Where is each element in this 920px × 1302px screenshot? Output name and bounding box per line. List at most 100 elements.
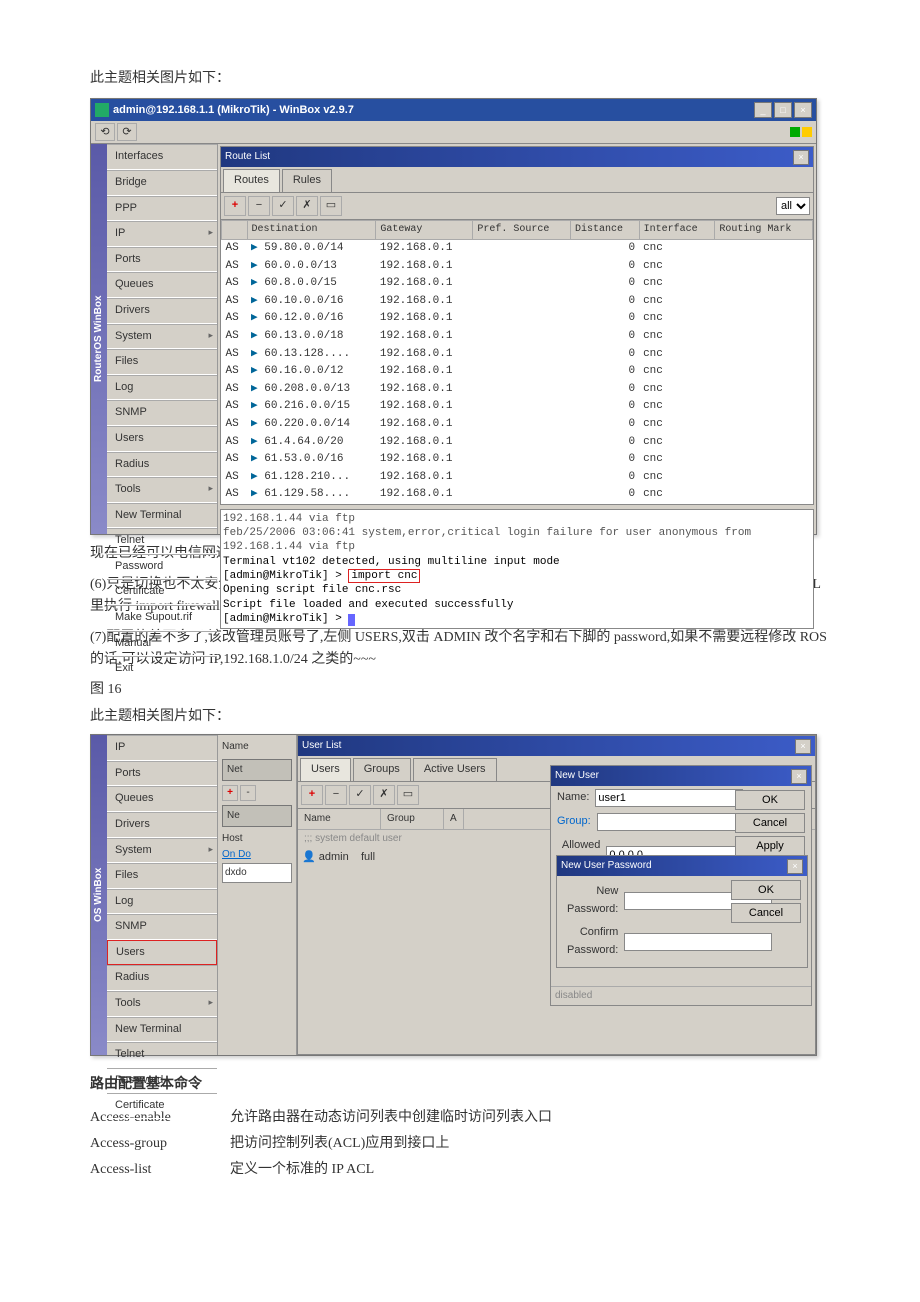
add-button[interactable]: + — [222, 785, 238, 801]
sidebar-item-drivers[interactable]: Drivers — [107, 298, 217, 324]
enable-user-button[interactable]: ✓ — [349, 785, 371, 805]
sidebar-item-new-terminal[interactable]: New Terminal — [107, 503, 217, 529]
sidebar-item-new-terminal[interactable]: New Terminal — [107, 1017, 217, 1043]
route-row[interactable]: AS▶ 60.220.0.0/14192.168.0.10cnc — [222, 416, 813, 434]
sidebar-item-users[interactable]: Users — [107, 940, 217, 966]
sidebar-item-log[interactable]: Log — [107, 375, 217, 401]
remove-user-button[interactable]: − — [325, 785, 347, 805]
route-row[interactable]: AS▶ 59.80.0.0/14192.168.0.10cnc — [222, 239, 813, 257]
add-route-button[interactable]: + — [224, 196, 246, 216]
sidebar-item-ip[interactable]: IP — [107, 735, 217, 761]
minimize-button[interactable]: _ — [754, 102, 772, 118]
route-row[interactable]: AS▶ 60.0.0.0/13192.168.0.10cnc — [222, 258, 813, 276]
ne-button[interactable]: Ne — [222, 805, 292, 827]
sidebar-item-make-supout.rif[interactable]: Make Supout.rif — [107, 605, 217, 631]
column-header[interactable]: Destination — [247, 220, 376, 239]
sidebar-item-exit[interactable]: Exit — [107, 656, 217, 682]
confirm-password-field[interactable] — [624, 933, 772, 951]
route-row[interactable]: AS▶ 61.128.210...192.168.0.10cnc — [222, 469, 813, 487]
route-row[interactable]: AS▶ 60.13.128....192.168.0.10cnc — [222, 346, 813, 364]
sidebar-item-users[interactable]: Users — [107, 426, 217, 452]
remove-route-button[interactable]: − — [248, 196, 270, 216]
sidebar-item-ports[interactable]: Ports — [107, 761, 217, 787]
route-row[interactable]: AS▶ 60.216.0.0/15192.168.0.10cnc — [222, 398, 813, 416]
password-cancel-button[interactable]: Cancel — [731, 903, 801, 923]
tab-rules[interactable]: Rules — [282, 169, 332, 192]
sidebar-item-radius[interactable]: Radius — [107, 965, 217, 991]
sidebar-item-queues[interactable]: Queues — [107, 786, 217, 812]
sidebar-item-password[interactable]: Password — [107, 1068, 217, 1094]
route-row[interactable]: AS▶ 60.16.0.0/12192.168.0.10cnc — [222, 363, 813, 381]
sidebar-item-snmp[interactable]: SNMP — [107, 400, 217, 426]
sidebar-item-drivers[interactable]: Drivers — [107, 812, 217, 838]
comment-route-button[interactable]: ▭ — [320, 196, 342, 216]
sidebar-item-log[interactable]: Log — [107, 889, 217, 915]
column-header[interactable]: Gateway — [376, 220, 473, 239]
add-user-button[interactable]: + — [301, 785, 323, 805]
sidebar-item-bridge[interactable]: Bridge — [107, 170, 217, 196]
sidebar-item-tools[interactable]: Tools — [107, 991, 217, 1017]
route-row[interactable]: AS▶ 60.8.0.0/15192.168.0.10cnc — [222, 275, 813, 293]
column-header[interactable]: Interface — [639, 220, 715, 239]
sidebar-item-certificate[interactable]: Certificate — [107, 579, 217, 605]
column-header[interactable]: Distance — [570, 220, 639, 239]
group-field[interactable] — [597, 813, 745, 831]
column-header[interactable]: Pref. Source — [473, 220, 571, 239]
filter-select[interactable]: all — [776, 197, 810, 215]
sidebar-item-telnet[interactable]: Telnet — [107, 1042, 217, 1068]
sidebar-item-certificate[interactable]: Certificate — [107, 1093, 217, 1119]
sidebar-item-radius[interactable]: Radius — [107, 452, 217, 478]
disable-user-button[interactable]: ✗ — [373, 785, 395, 805]
sidebar-item-ports[interactable]: Ports — [107, 247, 217, 273]
tab-groups[interactable]: Groups — [353, 758, 411, 781]
route-list-close-button[interactable]: × — [793, 150, 809, 165]
disable-route-button[interactable]: ✗ — [296, 196, 318, 216]
group-field-label[interactable]: Group: — [557, 813, 591, 831]
tab-users[interactable]: Users — [300, 758, 351, 781]
sidebar-item-interfaces[interactable]: Interfaces — [107, 144, 217, 170]
route-row[interactable]: AS▶ 60.10.0.0/16192.168.0.10cnc — [222, 293, 813, 311]
route-row[interactable]: AS▶ 60.13.0.0/18192.168.0.10cnc — [222, 328, 813, 346]
terminal-output[interactable]: 192.168.1.44 via ftp feb/25/2006 03:06:4… — [220, 509, 814, 629]
route-row[interactable]: AS▶ 60.208.0.0/13192.168.0.10cnc — [222, 381, 813, 399]
user-list-close-button[interactable]: × — [795, 739, 811, 754]
route-row[interactable]: AS▶ 60.12.0.0/16192.168.0.10cnc — [222, 310, 813, 328]
close-button[interactable]: × — [794, 102, 812, 118]
sidebar-item-snmp[interactable]: SNMP — [107, 914, 217, 940]
password-ok-button[interactable]: OK — [731, 880, 801, 900]
sidebar-item-tools[interactable]: Tools — [107, 477, 217, 503]
name-field[interactable] — [595, 789, 743, 807]
route-row[interactable]: AS▶ 61.53.0.0/16192.168.0.10cnc — [222, 451, 813, 469]
redo-button[interactable]: ⟳ — [117, 123, 137, 141]
sidebar-item-queues[interactable]: Queues — [107, 272, 217, 298]
sidebar-item-manual[interactable]: Manual — [107, 631, 217, 657]
route-row[interactable]: AS▶ 61.4.64.0/20192.168.0.10cnc — [222, 434, 813, 452]
sidebar-item-system[interactable]: System — [107, 324, 217, 350]
maximize-button[interactable]: □ — [774, 102, 792, 118]
cancel-button[interactable]: Cancel — [735, 813, 805, 833]
new-user-close-button[interactable]: × — [791, 769, 807, 784]
comment-user-button[interactable]: ▭ — [397, 785, 419, 805]
sidebar-item-ppp[interactable]: PPP — [107, 196, 217, 222]
net-button[interactable]: Net — [222, 759, 292, 781]
remove-button[interactable]: - — [240, 785, 256, 801]
route-row[interactable]: AS▶ 61.129.58....192.168.0.10cnc — [222, 486, 813, 504]
sidebar-item-system[interactable]: System — [107, 838, 217, 864]
password-close-button[interactable]: × — [787, 859, 803, 874]
tab-routes[interactable]: Routes — [223, 169, 280, 192]
sidebar-item-password[interactable]: Password — [107, 554, 217, 580]
column-header[interactable] — [222, 220, 248, 239]
enable-route-button[interactable]: ✓ — [272, 196, 294, 216]
apply-button[interactable]: Apply — [735, 836, 805, 856]
dxdo-field[interactable]: dxdo — [222, 863, 292, 883]
sidebar-item-telnet[interactable]: Telnet — [107, 528, 217, 554]
term-prompt[interactable]: [admin@MikroTik] > — [223, 612, 811, 626]
tab-active-users[interactable]: Active Users — [413, 758, 497, 781]
route-table[interactable]: DestinationGatewayPref. SourceDistanceIn… — [221, 220, 813, 504]
column-header[interactable]: Routing Mark — [715, 220, 813, 239]
sidebar-item-files[interactable]: Files — [107, 863, 217, 889]
undo-button[interactable]: ⟲ — [95, 123, 115, 141]
sidebar-item-ip[interactable]: IP — [107, 221, 217, 247]
ondo-link[interactable]: On Do — [222, 847, 292, 863]
ok-button[interactable]: OK — [735, 790, 805, 810]
